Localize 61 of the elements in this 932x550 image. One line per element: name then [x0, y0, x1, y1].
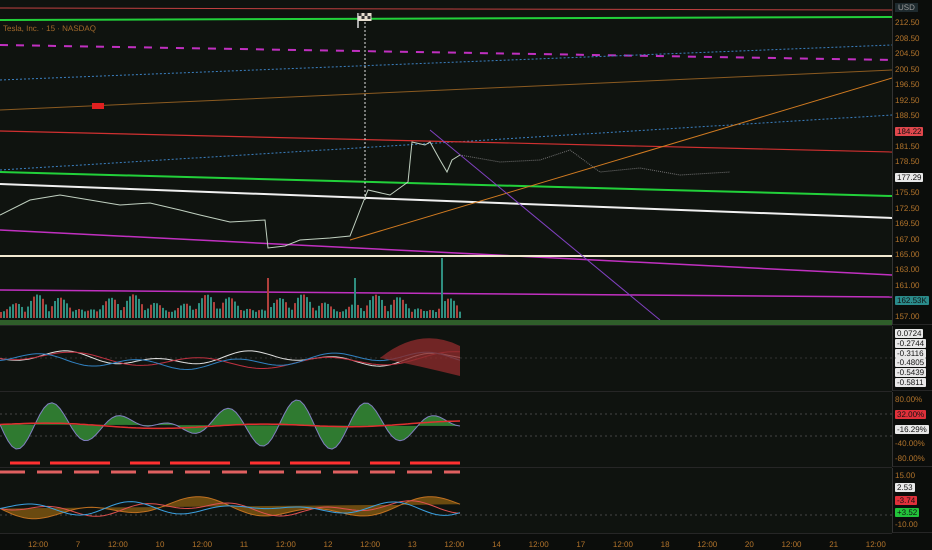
price-badge: 0.0724 — [895, 329, 924, 338]
time-label: 12:00 — [612, 540, 633, 548]
price-badge: 162.53K — [895, 296, 929, 306]
time-label: 20 — [744, 540, 754, 548]
price-badge: 2.53 — [895, 483, 915, 492]
time-label: 10 — [156, 540, 164, 548]
axis-label: 169.50 — [895, 219, 920, 228]
price-badge: -3.74 — [895, 496, 918, 504]
time-label: 12:00 — [866, 540, 886, 548]
axis-label: 80.00% — [895, 395, 922, 404]
axis-label: 165.00 — [895, 250, 920, 259]
axis-label: 163.00 — [895, 265, 920, 274]
time-label: 12:00 — [108, 540, 128, 548]
axis-label: 192.50 — [895, 96, 920, 105]
price-badge: 32.00% — [895, 410, 926, 419]
alert-marker — [92, 103, 104, 109]
axis-label: 175.50 — [895, 188, 920, 198]
price-badge: -0.2744 — [895, 338, 926, 348]
time-label: 12:00 — [697, 540, 718, 548]
price-badge: -16.29% — [895, 424, 929, 434]
chart-title: Tesla, Inc. · 15 · NASDAQ — [2, 24, 97, 33]
axis-label: 208.50 — [895, 34, 920, 43]
time-label: 12:00 — [781, 540, 802, 548]
time-label: 12:00 — [360, 540, 380, 548]
time-label: 12:00 — [444, 540, 464, 548]
time-label: 14 — [492, 540, 501, 548]
time-label: 12:00 — [28, 540, 48, 548]
axis-label: -40.00% — [895, 439, 925, 448]
time-label: 12:00 — [192, 540, 212, 548]
checkered-flag-icon — [356, 12, 374, 28]
price-badge: 177.29 — [895, 172, 924, 182]
axis-label: 200.50 — [895, 64, 920, 74]
price-badge: 184.22 — [895, 126, 924, 136]
price-badge: +3.52 — [895, 508, 920, 517]
axis-label: 157.00 — [895, 312, 920, 321]
time-label: 7 — [76, 540, 80, 548]
axis-label: 212.50 — [895, 18, 920, 28]
price-badge: -0.5439 — [895, 368, 926, 378]
axis-label: 172.50 — [895, 204, 920, 213]
axis-label: 188.50 — [895, 111, 920, 120]
axis-label: 204.50 — [895, 49, 920, 58]
time-label: 17 — [576, 540, 586, 548]
axis-label: 167.00 — [895, 234, 920, 244]
axis-label: 196.50 — [895, 80, 920, 90]
axis-label: -10.00 — [895, 520, 918, 529]
time-label: 12:00 — [276, 540, 296, 548]
axis-label: 15.00 — [895, 471, 916, 480]
time-label: 21 — [829, 540, 838, 548]
time-label: 12 — [324, 540, 332, 548]
price-badge: -0.5811 — [895, 378, 926, 387]
axis-label: 181.50 — [895, 142, 920, 151]
price-badge: -0.3116 — [895, 348, 926, 358]
currency-label: USD — [895, 3, 918, 12]
time-label: 12:00 — [528, 540, 549, 548]
axis-label: -80.00% — [895, 454, 925, 463]
axis-label: 178.50 — [895, 157, 920, 166]
price-badge: -0.4805 — [895, 358, 926, 368]
time-label: 11 — [240, 540, 248, 548]
time-label: 18 — [660, 540, 670, 548]
time-label: 13 — [408, 540, 417, 548]
axis-label: 161.00 — [895, 280, 920, 290]
